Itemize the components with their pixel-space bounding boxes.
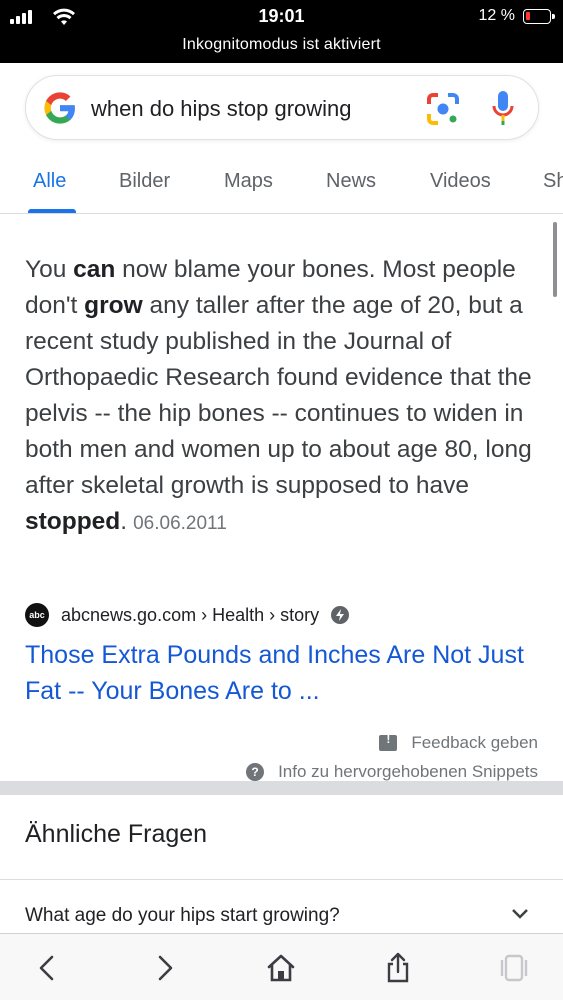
tab-bilder[interactable]: Bilder <box>119 170 170 193</box>
feedback-icon <box>379 732 398 751</box>
related-questions-heading: Ähnliche Fragen <box>25 820 208 848</box>
section-divider <box>0 781 563 795</box>
google-lens-icon[interactable] <box>426 92 460 126</box>
search-box[interactable]: when do hips stop growing <box>25 75 539 140</box>
tabs-icon[interactable] <box>498 952 530 984</box>
search-tabs: Alle Bilder Maps News Videos Sh <box>0 150 563 214</box>
help-icon: ? <box>246 763 265 781</box>
chevron-down-icon[interactable] <box>510 907 530 921</box>
abc-news-logo: abc <box>25 603 49 627</box>
featured-snippet-text: You can now blame your bones. Most peopl… <box>25 256 532 535</box>
microphone-icon[interactable] <box>491 90 515 126</box>
battery-percent: 12 % <box>478 7 515 24</box>
incognito-banner: Inkognitomodus ist aktiviert <box>182 36 381 53</box>
share-icon[interactable] <box>382 952 414 984</box>
status-bar: 19:01 12 % Inkognitomodus ist aktiviert <box>0 0 563 63</box>
tab-maps[interactable]: Maps <box>224 170 273 193</box>
tab-alle[interactable]: Alle <box>33 170 66 193</box>
scrollbar[interactable] <box>553 222 557 297</box>
snippet-info-link[interactable]: ? Info zu hervorgehobenen Snippets <box>246 762 538 782</box>
lightning-bolt-icon <box>331 606 350 624</box>
home-icon[interactable] <box>265 952 297 984</box>
feedback-button[interactable]: Feedback geben <box>379 732 538 753</box>
battery-icon <box>523 9 555 24</box>
divider <box>0 879 563 880</box>
source-breadcrumb[interactable]: abcnews.go.com › Health › story <box>61 605 319 626</box>
active-tab-indicator <box>28 209 76 213</box>
back-icon[interactable] <box>32 952 64 984</box>
result-title-link[interactable]: Those Extra Pounds and Inches Are Not Ju… <box>25 637 535 709</box>
tab-videos[interactable]: Videos <box>430 170 491 193</box>
snippet-date: 06.06.2011 <box>133 513 227 534</box>
tab-shopping[interactable]: Sh <box>543 170 563 193</box>
tab-news[interactable]: News <box>326 170 376 193</box>
google-g-icon <box>44 92 75 124</box>
browser-toolbar <box>0 933 563 1000</box>
search-input[interactable]: when do hips stop growing <box>91 96 352 122</box>
result-source[interactable]: abc abcnews.go.com › Health › story <box>25 603 350 627</box>
forward-icon[interactable] <box>148 952 180 984</box>
related-question[interactable]: What age do your hips start growing? <box>25 905 340 927</box>
